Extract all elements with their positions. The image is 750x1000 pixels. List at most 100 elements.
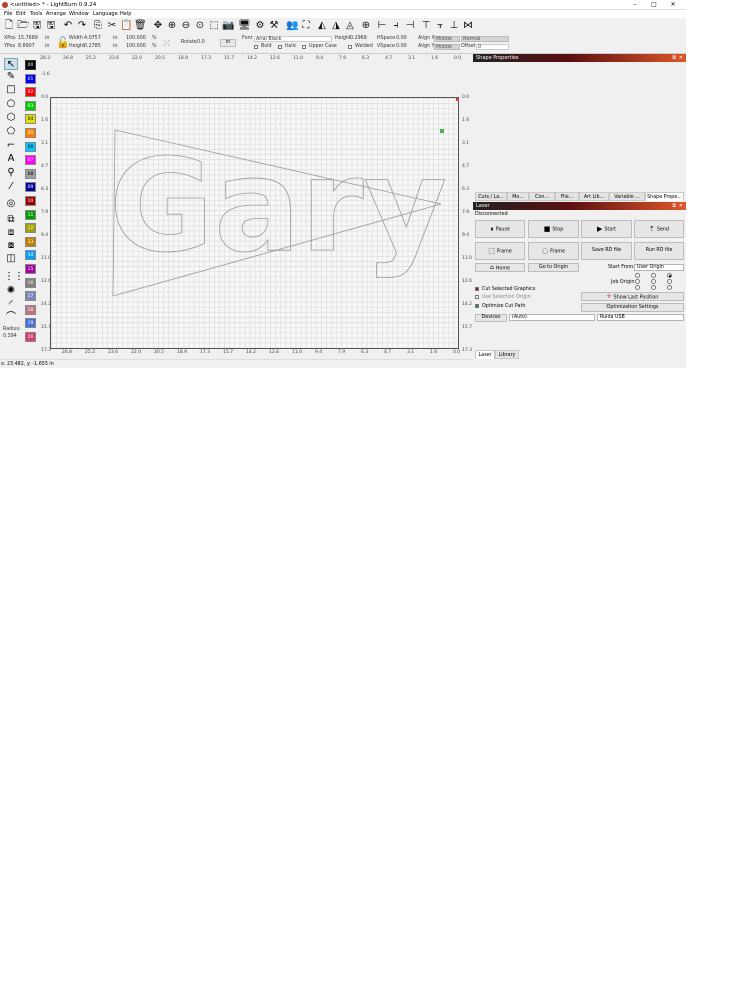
- go-to-origin-button[interactable]: Go to Origin: [528, 263, 579, 272]
- job-origin-radio-ml[interactable]: [635, 279, 640, 284]
- bold-checkbox[interactable]: [254, 45, 258, 49]
- zoom-selection-icon[interactable]: ⬚: [208, 20, 220, 32]
- align-x-select[interactable]: Middle: [434, 35, 460, 42]
- menu-tools[interactable]: Tools: [30, 11, 42, 17]
- text-mode-select[interactable]: Normal: [461, 35, 509, 42]
- layer-swatch-18[interactable]: 18: [25, 304, 36, 315]
- stop-button[interactable]: ■ Stop: [528, 220, 579, 238]
- polygon-tool-icon[interactable]: ⬡: [4, 112, 18, 124]
- position-laser-icon[interactable]: ⚲: [4, 167, 18, 179]
- layer-swatch-05[interactable]: 05: [25, 128, 36, 138]
- scale-height-field[interactable]: 100.000: [126, 44, 146, 49]
- save-as-icon[interactable]: 🖫: [45, 20, 57, 32]
- offset-shapes-icon[interactable]: ◎: [4, 198, 18, 210]
- move-icon[interactable]: ✥: [152, 20, 164, 32]
- new-file-icon[interactable]: 🗋: [3, 20, 15, 32]
- center-icon[interactable]: ⊕: [360, 20, 372, 32]
- cut-icon[interactable]: ✂: [106, 20, 118, 32]
- undo-icon[interactable]: ↶: [62, 20, 74, 32]
- layer-swatch-13[interactable]: 13: [25, 236, 36, 247]
- align-center-h-icon[interactable]: ⫞: [390, 20, 402, 32]
- xpos-field[interactable]: 15.7689: [18, 36, 38, 41]
- hspace-field[interactable]: 0.00: [396, 36, 407, 41]
- save-rd-file-button[interactable]: Save RD file: [581, 242, 632, 260]
- optimize-cut-path-checkbox[interactable]: [475, 304, 479, 308]
- send-button[interactable]: ⇡ Send: [634, 220, 684, 238]
- layer-swatch-14[interactable]: 14: [25, 250, 36, 261]
- camera-icon[interactable]: 📷: [222, 20, 234, 32]
- optimization-settings-button[interactable]: Optimization Settings: [581, 303, 684, 312]
- tab-shape-properties[interactable]: Shape Prope...: [645, 192, 684, 201]
- layer-swatch-06[interactable]: 06: [25, 141, 36, 152]
- menu-help[interactable]: Help: [120, 11, 131, 17]
- menu-window[interactable]: Window: [69, 11, 89, 17]
- tab-move[interactable]: Mo...: [507, 192, 529, 201]
- zoom-fit-icon[interactable]: ⊙: [194, 20, 206, 32]
- width-field[interactable]: 4.0757: [84, 36, 101, 41]
- gary-text-shape[interactable]: Gary: [109, 132, 448, 282]
- mirror-v-icon[interactable]: ◮: [330, 20, 342, 32]
- align-bottom-icon[interactable]: ⊥: [448, 20, 460, 32]
- vspace-field[interactable]: 0.00: [396, 44, 407, 49]
- job-origin-radio-mr[interactable]: [667, 279, 672, 284]
- align-middle-v-icon[interactable]: ⫟: [434, 20, 446, 32]
- weld-icon[interactable]: ⧉: [4, 214, 18, 226]
- edit-nodes-icon[interactable]: ✎: [4, 71, 18, 83]
- layer-swatch-00[interactable]: 00: [25, 60, 36, 70]
- grid-array-icon[interactable]: ⋮⋮: [4, 271, 24, 283]
- edit-node-tool-icon[interactable]: ⌐: [4, 140, 18, 152]
- layer-swatch-19[interactable]: 19: [25, 318, 36, 329]
- zoom-in-icon[interactable]: ⊕: [166, 20, 178, 32]
- ungroup-icon[interactable]: ⛶: [300, 20, 312, 32]
- select-tool-icon[interactable]: ↖: [4, 58, 18, 70]
- upper-case-checkbox[interactable]: [302, 45, 306, 49]
- menu-arrange[interactable]: Arrange: [46, 11, 66, 17]
- job-origin-radio-br[interactable]: [667, 285, 672, 290]
- boolean-subtract-icon[interactable]: ⧇: [4, 240, 18, 252]
- unit-toggle-button[interactable]: in: [220, 39, 236, 47]
- boolean-union-icon[interactable]: ⧈: [4, 227, 18, 239]
- tab-laser[interactable]: Laser: [475, 350, 495, 359]
- layer-swatch-15[interactable]: 15: [25, 264, 36, 274]
- start-button[interactable]: ▶ Start: [581, 220, 632, 238]
- layer-swatch-08[interactable]: 08: [25, 168, 36, 179]
- close-button[interactable]: ✕: [666, 0, 680, 10]
- tab-console[interactable]: Con...: [529, 192, 555, 201]
- ellipse-tool-icon[interactable]: ○: [4, 98, 18, 110]
- tab-variable-text[interactable]: Variable ...: [609, 192, 645, 201]
- job-origin-radio-tr[interactable]: [667, 273, 672, 278]
- close-panel-icon[interactable]: ✕: [679, 202, 683, 210]
- job-origin-radio-bl[interactable]: [635, 285, 640, 290]
- distribute-icon[interactable]: ⋈: [462, 20, 474, 32]
- font-select[interactable]: Arial Black: [254, 35, 332, 42]
- height-field[interactable]: 0.2785: [84, 44, 101, 49]
- anchor-grid-icon[interactable]: ⁙: [162, 37, 176, 51]
- selection-handle[interactable]: [440, 129, 444, 133]
- layer-swatch-04[interactable]: 04: [25, 114, 36, 125]
- redo-icon[interactable]: ↷: [76, 20, 88, 32]
- layer-swatch-07[interactable]: 07: [25, 155, 36, 166]
- layer-swatch-17[interactable]: 17: [25, 291, 36, 302]
- port-select[interactable]: (Auto): [509, 314, 595, 321]
- close-panel-icon[interactable]: ✕: [679, 54, 683, 62]
- layer-swatch-16[interactable]: 16: [25, 277, 36, 288]
- corner-round-icon[interactable]: ◜: [4, 299, 18, 311]
- corner-chamfer-icon[interactable]: ⌒: [4, 312, 18, 324]
- float-panel-icon[interactable]: ⧉: [672, 54, 676, 62]
- layer-swatch-01[interactable]: 01: [25, 73, 36, 84]
- radius-field[interactable]: 0.394: [3, 334, 17, 339]
- align-right-icon[interactable]: ⊣: [404, 20, 416, 32]
- welded-checkbox[interactable]: [348, 45, 352, 49]
- line-tool-icon[interactable]: ⬠: [4, 126, 18, 138]
- layer-swatch-11[interactable]: 11: [25, 209, 36, 220]
- copy-icon[interactable]: ⎘: [92, 20, 104, 32]
- open-file-icon[interactable]: 🗁: [17, 20, 29, 32]
- zoom-out-icon[interactable]: ⊖: [180, 20, 192, 32]
- measure-tool-icon[interactable]: ⁄: [4, 181, 18, 193]
- ypos-field[interactable]: 8.8907: [18, 44, 35, 49]
- devices-button[interactable]: Devices: [475, 314, 507, 322]
- job-origin-radio-tl[interactable]: [635, 273, 640, 278]
- tab-art-library[interactable]: Art Lib...: [579, 192, 609, 201]
- menu-edit[interactable]: Edit: [16, 11, 26, 17]
- tab-library[interactable]: Library: [495, 350, 519, 359]
